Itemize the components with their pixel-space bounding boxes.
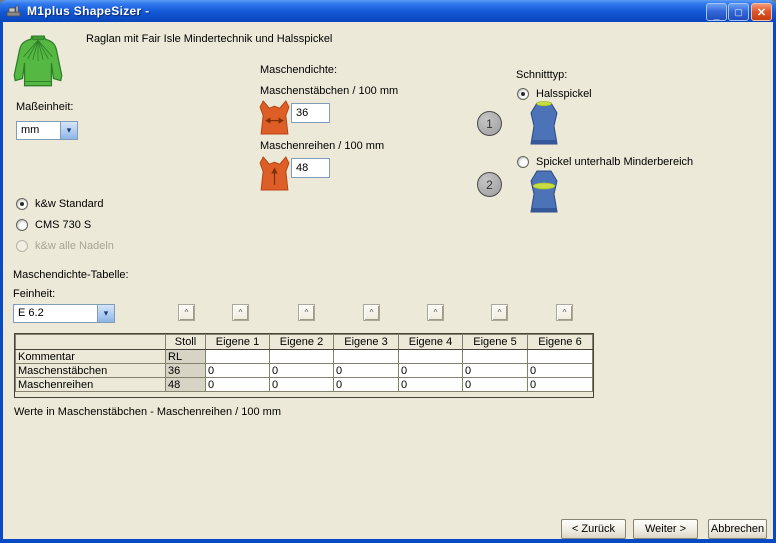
table-footer-strip (15, 392, 593, 397)
close-button[interactable]: ✕ (751, 3, 772, 21)
gauge-select-value: E 6.2 (14, 305, 97, 322)
gauge-select[interactable]: E 6.2 ▾ (13, 304, 115, 323)
table-cell[interactable] (528, 350, 593, 364)
table-cell[interactable] (206, 350, 270, 364)
wales-direction-icon (258, 100, 291, 135)
apply-column-button-eigene1[interactable]: ^ (232, 304, 249, 321)
radio-icon[interactable] (16, 198, 28, 210)
next-button[interactable]: Weiter > (633, 519, 698, 539)
density-table: Stoll Eigene 1 Eigene 2 Eigene 3 Eigene … (14, 333, 594, 398)
apply-column-button-eigene4[interactable]: ^ (427, 304, 444, 321)
unit-select-value: mm (17, 122, 60, 139)
window-title: M1plus ShapeSizer - (27, 4, 149, 18)
col-header-stoll: Stoll (166, 335, 206, 350)
app-icon (6, 3, 22, 19)
radio-label: k&w alle Nadeln (35, 240, 114, 252)
table-cell[interactable] (463, 350, 528, 364)
col-header-eigene3: Eigene 3 (334, 335, 399, 350)
table-cell[interactable]: 0 (463, 378, 528, 392)
raglan-sweater-icon (9, 32, 67, 94)
stoll-cell: 48 (166, 378, 206, 392)
radio-halsspickel[interactable]: Halsspickel (517, 88, 592, 100)
table-cell[interactable]: 0 (334, 378, 399, 392)
table-header-row: Stoll Eigene 1 Eigene 2 Eigene 3 Eigene … (16, 335, 593, 350)
col-header-eigene5: Eigene 5 (463, 335, 528, 350)
table-row: Kommentar RL (16, 350, 593, 364)
row-label: Maschenreihen (16, 378, 166, 392)
gauge-label: Feinheit: (13, 288, 55, 300)
radio-kw-standard[interactable]: k&w Standard (16, 198, 103, 210)
halsspickel-garment-icon (524, 101, 564, 147)
table-cell[interactable]: 0 (270, 378, 334, 392)
table-cell[interactable]: 0 (463, 364, 528, 378)
radio-label: Spickel unterhalb Minderbereich (536, 156, 693, 168)
shape-description: Raglan mit Fair Isle Mindertechnik und H… (86, 33, 332, 45)
unit-select[interactable]: mm ▾ (16, 121, 78, 140)
apply-column-button-eigene2[interactable]: ^ (298, 304, 315, 321)
col-header-eigene1: Eigene 1 (206, 335, 270, 350)
courses-label: Maschenreihen / 100 mm (260, 140, 384, 152)
table-cell[interactable] (270, 350, 334, 364)
cancel-button[interactable]: Abbrechen (708, 519, 767, 539)
table-cell[interactable] (399, 350, 463, 364)
radio-label: k&w Standard (35, 198, 103, 210)
table-cell[interactable]: 0 (528, 364, 593, 378)
title-bar[interactable]: M1plus ShapeSizer - _ ▢ ✕ (0, 0, 776, 22)
shapesizer-dialog: M1plus ShapeSizer - _ ▢ ✕ Raglan mit Fai… (0, 0, 776, 543)
table-cell[interactable]: 0 (270, 364, 334, 378)
table-cell[interactable] (334, 350, 399, 364)
courses-input[interactable] (291, 158, 330, 178)
table-cell[interactable]: 0 (206, 364, 270, 378)
cut-type-title: Schnitttyp: (516, 69, 567, 81)
chevron-down-icon[interactable]: ▾ (97, 305, 114, 322)
radio-label: Halsspickel (536, 88, 592, 100)
row-label: Maschenstäbchen (16, 364, 166, 378)
table-footnote: Werte in Maschenstäbchen - Maschenreihen… (14, 406, 281, 418)
radio-kw-alle-nadeln: k&w alle Nadeln (16, 240, 114, 252)
row-label: Kommentar (16, 350, 166, 364)
col-header-eigene4: Eigene 4 (399, 335, 463, 350)
col-header-eigene6: Eigene 6 (528, 335, 593, 350)
courses-direction-icon (258, 156, 291, 191)
stitch-density-title: Maschendichte: (260, 64, 337, 76)
radio-icon (16, 240, 28, 252)
table-cell[interactable]: 0 (399, 378, 463, 392)
table-cell[interactable]: 0 (399, 364, 463, 378)
table-cell[interactable]: 0 (528, 378, 593, 392)
table-cell[interactable]: 0 (334, 364, 399, 378)
chevron-down-icon[interactable]: ▾ (60, 122, 77, 139)
table-cell[interactable]: 0 (206, 378, 270, 392)
radio-spickel-unterhalb[interactable]: Spickel unterhalb Minderbereich (517, 156, 693, 168)
table-row: Maschenstäbchen 36 0 0 0 0 0 0 (16, 364, 593, 378)
apply-column-button-stoll[interactable]: ^ (178, 304, 195, 321)
radio-icon[interactable] (16, 219, 28, 231)
apply-column-button-eigene5[interactable]: ^ (491, 304, 508, 321)
apply-column-button-eigene3[interactable]: ^ (363, 304, 380, 321)
back-button[interactable]: < Zurück (561, 519, 626, 539)
radio-cms-730s[interactable]: CMS 730 S (16, 219, 91, 231)
density-table-title: Maschendichte-Tabelle: (13, 269, 129, 281)
radio-icon[interactable] (517, 88, 529, 100)
stoll-cell: 36 (166, 364, 206, 378)
table-row: Maschenreihen 48 0 0 0 0 0 0 (16, 378, 593, 392)
wales-label: Maschenstäbchen / 100 mm (260, 85, 398, 97)
col-header (16, 335, 166, 350)
step-badge-1: 1 (477, 111, 502, 136)
col-header-eigene2: Eigene 2 (270, 335, 334, 350)
stoll-cell: RL (166, 350, 206, 364)
apply-column-button-eigene6[interactable]: ^ (556, 304, 573, 321)
unit-label: Maßeinheit: (16, 101, 73, 113)
radio-label: CMS 730 S (35, 219, 91, 231)
maximize-button[interactable]: ▢ (728, 3, 749, 21)
radio-icon[interactable] (517, 156, 529, 168)
minimize-button[interactable]: _ (706, 3, 727, 21)
wales-input[interactable] (291, 103, 330, 123)
step-badge-2: 2 (477, 172, 502, 197)
spickel-unterhalb-garment-icon (524, 169, 564, 215)
